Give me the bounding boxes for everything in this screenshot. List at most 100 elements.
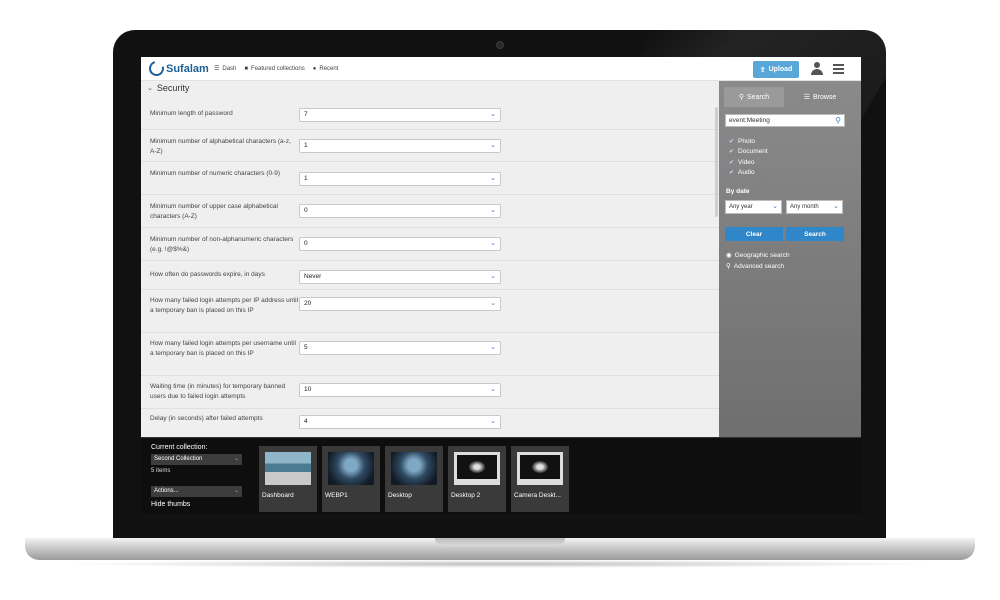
chevron-down-icon: ⌄ bbox=[490, 344, 496, 351]
section-header[interactable]: ⌄ Security bbox=[147, 83, 189, 93]
thumbnail-image bbox=[391, 452, 437, 485]
chevron-down-icon: ⌄ bbox=[490, 142, 496, 149]
user-icon-head bbox=[814, 62, 820, 68]
setting-label: How many failed login attempts per usern… bbox=[150, 340, 296, 357]
setting-value: 0 bbox=[304, 240, 308, 247]
setting-row: How often do passwords expire, in days N… bbox=[141, 261, 719, 290]
checkbox-checked-icon: ✔ bbox=[729, 149, 735, 156]
setting-row: Waiting time (in minutes) for temporary … bbox=[141, 376, 719, 409]
section-title: Security bbox=[156, 83, 190, 93]
collection-thumb[interactable]: Desktop 2 bbox=[448, 446, 506, 512]
month-select[interactable]: Any month ⌄ bbox=[786, 200, 843, 214]
user-icon[interactable] bbox=[811, 62, 823, 76]
setting-row: How many failed login attempts per IP ad… bbox=[141, 290, 719, 333]
filter-label: Video bbox=[738, 158, 755, 166]
setting-label: Minimum number of alphabetical character… bbox=[150, 138, 291, 155]
security-settings-panel: ⌄ Security Minimum length of password 7 ⌄… bbox=[141, 81, 719, 437]
filter-document[interactable]: ✔ Document bbox=[729, 147, 768, 158]
hamburger-menu-icon[interactable] bbox=[833, 64, 844, 74]
app-screen: Sufalam ☰ Dash ■ Featured collections ● … bbox=[141, 57, 861, 514]
tab-search[interactable]: ⚲ Search bbox=[724, 87, 784, 107]
collection-thumb[interactable]: Dashboard bbox=[259, 446, 317, 512]
clock-icon: ● bbox=[312, 65, 317, 72]
chevron-down-icon: ⌄ bbox=[490, 175, 496, 182]
menu-line bbox=[833, 72, 844, 74]
upload-icon: ⇪ bbox=[759, 66, 766, 74]
filter-label: Document bbox=[738, 148, 768, 156]
globe-icon: ◉ bbox=[726, 252, 732, 259]
main-scrollbar[interactable] bbox=[715, 107, 718, 217]
setting-value: 20 bbox=[304, 300, 312, 307]
chevron-down-icon: ⌄ bbox=[490, 207, 496, 214]
thumb-label: Dashboard bbox=[262, 492, 294, 499]
advanced-search-link[interactable]: ⚲ Advanced search bbox=[726, 262, 784, 271]
setting-select[interactable]: 20 ⌄ bbox=[299, 297, 501, 311]
thumb-label: WEBP1 bbox=[325, 492, 348, 499]
dash-icon: ☰ bbox=[214, 66, 220, 72]
app-header: Sufalam ☰ Dash ■ Featured collections ● … bbox=[141, 57, 861, 81]
logo-mark-icon bbox=[146, 58, 167, 79]
year-select-value: Any year bbox=[729, 204, 753, 210]
nav-featured-label: Featured collections bbox=[251, 65, 305, 72]
filter-label: Photo bbox=[738, 137, 756, 145]
advanced-search-label: Advanced search bbox=[733, 262, 784, 270]
setting-select[interactable]: 0 ⌄ bbox=[299, 237, 501, 251]
laptop-notch bbox=[435, 538, 565, 546]
setting-select[interactable]: 1 ⌄ bbox=[299, 139, 501, 153]
setting-select[interactable]: 1 ⌄ bbox=[299, 172, 501, 186]
year-select[interactable]: Any year ⌄ bbox=[725, 200, 782, 214]
hide-thumbs-link[interactable]: Hide thumbs bbox=[151, 501, 190, 508]
setting-label: Minimum number of non-alphanumeric chara… bbox=[150, 236, 294, 253]
setting-select[interactable]: 10 ⌄ bbox=[299, 383, 501, 397]
search-button[interactable]: Search bbox=[786, 227, 844, 241]
filter-photo[interactable]: ✔ Photo bbox=[729, 136, 768, 147]
upload-button[interactable]: ⇪ Upload bbox=[753, 61, 799, 78]
thumbnail-image bbox=[517, 452, 563, 485]
setting-row: Delay (in seconds) after failed attempts… bbox=[141, 409, 719, 437]
nav-featured-collections[interactable]: ■ Featured collections bbox=[244, 65, 304, 72]
setting-select[interactable]: 0 ⌄ bbox=[299, 204, 501, 218]
laptop-shadow bbox=[60, 560, 940, 568]
upload-label: Upload bbox=[768, 66, 793, 73]
menu-line bbox=[833, 64, 844, 66]
setting-value: Never bbox=[304, 273, 322, 280]
chevron-down-icon: ⌄ bbox=[147, 85, 153, 92]
nav-recent-label: Recent bbox=[319, 65, 339, 72]
chevron-down-icon: ⌄ bbox=[490, 111, 496, 118]
actions-select[interactable]: Actions... ⌄ bbox=[151, 486, 242, 497]
nav-dash[interactable]: ☰ Dash bbox=[214, 65, 237, 73]
setting-value: 5 bbox=[304, 344, 308, 351]
nav-recent[interactable]: ● Recent bbox=[313, 65, 339, 72]
tab-browse[interactable]: ☰ Browse bbox=[784, 87, 856, 107]
clear-button[interactable]: Clear bbox=[725, 227, 783, 241]
chevron-down-icon: ⌄ bbox=[772, 203, 778, 210]
collection-count: 5 items bbox=[151, 468, 171, 474]
setting-select[interactable]: 4 ⌄ bbox=[299, 415, 501, 429]
logo[interactable]: Sufalam bbox=[146, 58, 209, 79]
collection-thumb[interactable]: WEBP1 bbox=[322, 446, 380, 512]
nav-dash-label: Dash bbox=[222, 65, 237, 72]
setting-row: Minimum number of non-alphanumeric chara… bbox=[141, 228, 719, 261]
search-input-value: event:Meeting bbox=[729, 117, 770, 124]
chevron-down-icon: ⌄ bbox=[233, 456, 239, 462]
geographic-search-link[interactable]: ◉ Geographic search bbox=[726, 251, 790, 260]
sidebar-tabs: ⚲ Search ☰ Browse bbox=[724, 87, 856, 107]
webcam bbox=[496, 41, 504, 49]
search-plus-icon: ⚲ bbox=[726, 263, 731, 270]
setting-value: 10 bbox=[304, 386, 312, 393]
search-input[interactable]: event:Meeting bbox=[725, 114, 845, 127]
setting-select[interactable]: 7 ⌄ bbox=[299, 108, 501, 122]
collection-bar: Current collection: Second Collection ⌄ 5… bbox=[141, 437, 861, 514]
setting-select[interactable]: Never ⌄ bbox=[299, 270, 501, 284]
collection-thumb[interactable]: Desktop bbox=[385, 446, 443, 512]
filter-audio[interactable]: ✔ Audio bbox=[729, 168, 768, 179]
collection-select[interactable]: Second Collection ⌄ bbox=[151, 454, 242, 465]
collection-thumb[interactable]: Camera Deskt... bbox=[511, 446, 569, 512]
setting-select[interactable]: 5 ⌄ bbox=[299, 341, 501, 355]
filter-video[interactable]: ✔ Video bbox=[729, 157, 768, 168]
search-submit-icon[interactable]: ⚲ bbox=[831, 115, 845, 126]
thumbnail-image bbox=[454, 452, 500, 485]
setting-value: 1 bbox=[304, 175, 308, 182]
list-icon: ☰ bbox=[803, 94, 810, 101]
collection-select-value: Second Collection bbox=[154, 456, 203, 462]
